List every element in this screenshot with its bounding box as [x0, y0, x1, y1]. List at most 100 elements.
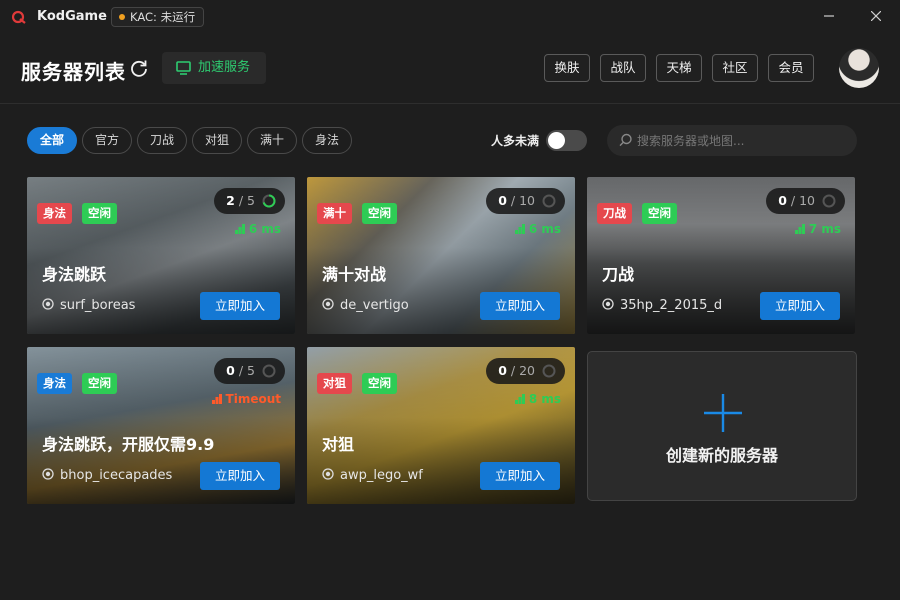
player-count: 0 / 20 — [486, 358, 565, 384]
toggle-knob — [548, 132, 565, 149]
crowded-toggle[interactable] — [546, 130, 587, 151]
avatar[interactable] — [839, 48, 879, 88]
filter-chip-movement[interactable]: 身法 — [302, 127, 353, 154]
create-server-label: 创建新的服务器 — [665, 446, 778, 465]
signal-icon — [514, 224, 525, 234]
signal-icon — [211, 394, 222, 404]
server-tag: 刀战 — [597, 203, 632, 224]
map-pin-icon — [42, 468, 54, 480]
server-tag: 对狙 — [317, 373, 352, 394]
header-divider — [0, 103, 900, 104]
title-bar: KodGame KAC: 未运行 — [0, 0, 900, 34]
ping-value: 6 ms — [528, 222, 561, 236]
map-name: 35hp_2_2015_d — [620, 298, 723, 313]
map-pin-icon — [322, 298, 334, 310]
monitor-icon — [176, 61, 191, 75]
server-tag: 身法 — [37, 203, 72, 224]
server-tag: 空闲 — [642, 203, 677, 224]
filter-chip-official[interactable]: 官方 — [82, 127, 133, 154]
refresh-icon[interactable] — [129, 58, 149, 78]
players-online: 0 — [498, 363, 507, 378]
loading-ring-icon — [262, 194, 276, 208]
filter-chip-knife[interactable]: 刀战 — [137, 127, 188, 154]
players-online: 2 — [226, 193, 235, 208]
map-name: surf_boreas — [60, 298, 136, 313]
loading-ring-icon — [542, 194, 556, 208]
server-title: 身法跳跃 — [42, 265, 107, 284]
server-tag: 身法 — [37, 373, 72, 394]
server-map: surf_boreas — [42, 298, 135, 313]
loading-ring-icon — [542, 364, 556, 378]
server-map: awp_lego_wf — [322, 468, 423, 483]
players-capacity: / 20 — [510, 363, 535, 378]
kac-status-badge[interactable]: KAC: 未运行 — [111, 7, 205, 27]
server-map: de_vertigo — [322, 298, 409, 313]
join-button[interactable]: 立即加入 — [480, 462, 560, 490]
ping-indicator: 6 ms — [514, 222, 561, 236]
filter-chip-awp[interactable]: 对狙 — [192, 127, 243, 154]
server-tag: 空闲 — [362, 203, 397, 224]
filter-chip-all[interactable]: 全部 — [27, 127, 78, 154]
minimize-button[interactable] — [818, 6, 840, 28]
nav-community-button[interactable]: 社区 — [712, 54, 758, 82]
player-count: 0 / 5 — [214, 358, 285, 384]
accelerate-service-button[interactable]: 加速服务 — [162, 52, 266, 84]
player-count: 0 / 10 — [766, 188, 845, 214]
create-server-card[interactable]: 创建新的服务器 — [587, 351, 857, 501]
server-tag: 空闲 — [82, 203, 117, 224]
server-card[interactable]: 对狙 空闲 0 / 20 8 ms 对狙 awp_lego_wf 立即加入 — [307, 347, 575, 504]
players-capacity: / 10 — [510, 193, 535, 208]
players-online: 0 — [226, 363, 235, 378]
status-dot-icon — [119, 14, 125, 20]
map-pin-icon — [42, 298, 54, 310]
map-name: de_vertigo — [340, 298, 409, 313]
nav-membership-button[interactable]: 会员 — [768, 54, 814, 82]
ping-indicator: 8 ms — [514, 392, 561, 406]
join-button[interactable]: 立即加入 — [200, 462, 280, 490]
ping-value: 6 ms — [248, 222, 281, 236]
server-card[interactable]: 刀战 空闲 0 / 10 7 ms 刀战 35hp_2_2015_d 立即加入 — [587, 177, 855, 334]
nav-ladder-button[interactable]: 天梯 — [656, 54, 702, 82]
server-title: 身法跳跃，开服仅需9.9 — [42, 435, 215, 454]
map-name: bhop_icecapades — [60, 468, 173, 483]
app-name: KodGame — [37, 9, 107, 24]
signal-icon — [514, 394, 525, 404]
close-button[interactable] — [865, 6, 887, 28]
plus-icon — [704, 394, 742, 432]
ping-value: 8 ms — [528, 392, 561, 406]
players-capacity: / 5 — [238, 193, 255, 208]
server-card[interactable]: 身法 空闲 0 / 5 Timeout 身法跳跃，开服仅需9.9 bhop_ic… — [27, 347, 295, 504]
player-count: 2 / 5 — [214, 188, 285, 214]
map-name: awp_lego_wf — [340, 468, 423, 483]
search-input[interactable] — [637, 125, 847, 156]
join-button[interactable]: 立即加入 — [200, 292, 280, 320]
loading-ring-icon — [262, 364, 276, 378]
ping-indicator: Timeout — [211, 392, 281, 406]
ping-value: 7 ms — [808, 222, 841, 236]
player-count: 0 / 10 — [486, 188, 565, 214]
loading-ring-icon — [822, 194, 836, 208]
join-button[interactable]: 立即加入 — [480, 292, 560, 320]
map-pin-icon — [322, 468, 334, 480]
server-card[interactable]: 身法 空闲 2 / 5 6 ms 身法跳跃 surf_boreas 立即加入 — [27, 177, 295, 334]
map-pin-icon — [602, 298, 614, 310]
minimize-icon — [824, 15, 834, 17]
server-title: 对狙 — [322, 435, 355, 454]
server-tag: 空闲 — [82, 373, 117, 394]
players-capacity: / 5 — [238, 363, 255, 378]
players-capacity: / 10 — [790, 193, 815, 208]
search-box[interactable] — [607, 125, 857, 156]
signal-icon — [794, 224, 805, 234]
server-tag: 满十 — [317, 203, 352, 224]
players-online: 0 — [778, 193, 787, 208]
join-button[interactable]: 立即加入 — [760, 292, 840, 320]
nav-skins-button[interactable]: 换肤 — [544, 54, 590, 82]
server-title: 刀战 — [602, 265, 635, 284]
page-title: 服务器列表 — [21, 60, 126, 84]
filter-chip-full-ten[interactable]: 满十 — [247, 127, 298, 154]
nav-team-button[interactable]: 战队 — [600, 54, 646, 82]
kac-status-text: KAC: 未运行 — [130, 10, 196, 24]
server-card[interactable]: 满十 空闲 0 / 10 6 ms 满十对战 de_vertigo 立即加入 — [307, 177, 575, 334]
search-icon — [619, 133, 632, 147]
server-tag: 空闲 — [362, 373, 397, 394]
